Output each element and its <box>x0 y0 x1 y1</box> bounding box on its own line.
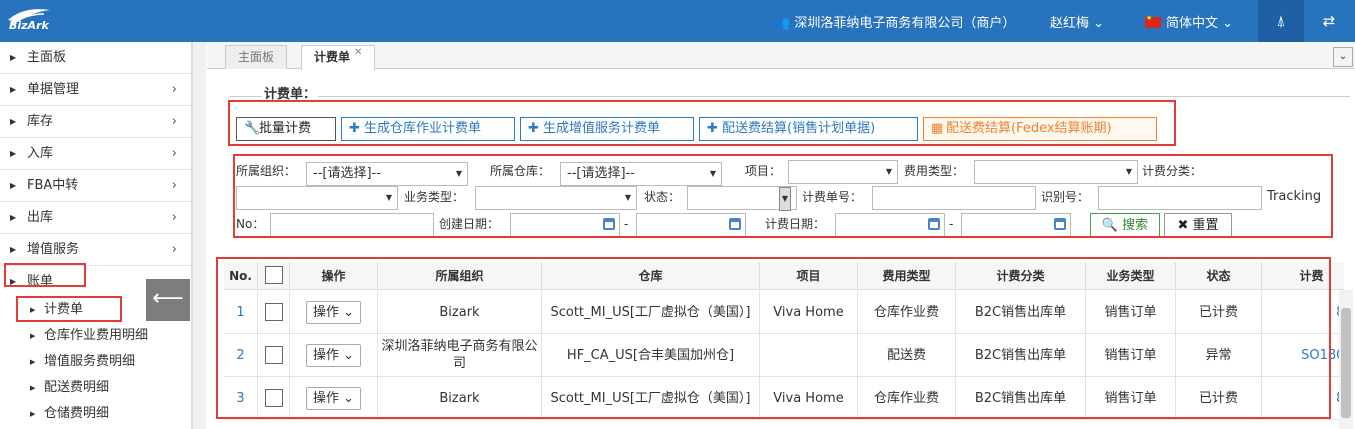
top-bar: BizArk 👥 深圳洛菲纳电子商务有限公司（商户） 赵红梅 ⌄ 简体中文 ⌄ … <box>0 0 1355 42</box>
sidebar-item-value-added[interactable]: ▶ 增值服务 › <box>0 234 191 266</box>
close-icon[interactable]: ✕ <box>354 47 362 58</box>
caret-right-icon: ▶ <box>30 410 36 418</box>
china-flag-icon <box>1145 14 1161 28</box>
collapse-sidebar-button[interactable]: ⟵ <box>146 279 190 321</box>
caret-right-icon: ▶ <box>10 85 17 94</box>
user-menu[interactable]: 赵红梅 ⌄ <box>1050 12 1104 31</box>
sidebar: ▶ 主面板 ▶ 单据管理 › ▶ 库存 › ▶ 入库 › ▶ FBA中转 › ▶ 出库 › ▶ 增值服务… <box>0 42 192 429</box>
swap-icon[interactable]: ⇄ <box>1306 0 1352 42</box>
sidebar-item-inventory[interactable]: ▶ 库存 › <box>0 106 191 138</box>
caret-right-icon: ▶ <box>30 332 36 340</box>
sidebar-item-inbound[interactable]: ▶ 入库 › <box>0 138 191 170</box>
caret-right-icon: ▶ <box>10 245 17 254</box>
language-menu[interactable]: 简体中文 ⌄ <box>1145 12 1233 31</box>
caret-right-icon: ▶ <box>30 384 36 392</box>
sidebar-item-fba[interactable]: ▶ FBA中转 › <box>0 170 191 202</box>
caret-right-icon: ▶ <box>10 117 17 126</box>
user-name: 赵红梅 <box>1050 16 1090 31</box>
highlight-filters <box>233 154 1333 238</box>
tab-dashboard[interactable]: 主面板 <box>225 45 288 69</box>
company-name: 深圳洛菲纳电子商务有限公司（商户） <box>794 16 1016 31</box>
sidebar-sub-value-added-fee[interactable]: ▶ 增值服务费明细 <box>0 349 191 375</box>
users-icon: 👥 <box>774 16 795 31</box>
arrow-left-icon: ⟵ <box>152 286 184 311</box>
chevron-right-icon: › <box>171 178 177 193</box>
tabs-menu-button[interactable]: ⌄ <box>1333 47 1353 67</box>
sidebar-item-outbound[interactable]: ▶ 出库 › <box>0 202 191 234</box>
chevron-right-icon: › <box>171 146 177 161</box>
sidebar-sub-warehouse-fee[interactable]: ▶ 仓库作业费用明细 <box>0 323 191 349</box>
double-chevron-down-icon: ⌄ <box>1338 51 1348 62</box>
sidebar-item-documents[interactable]: ▶ 单据管理 › <box>0 74 191 106</box>
tree-icon[interactable]: ⍋ <box>1258 0 1304 42</box>
company-menu[interactable]: 👥 深圳洛菲纳电子商务有限公司（商户） <box>774 12 1015 31</box>
caret-right-icon: ▶ <box>10 181 17 190</box>
highlight-table <box>216 257 1331 419</box>
sidebar-sub-delivery-fee[interactable]: ▶ 配送费明细 <box>0 375 191 401</box>
highlight-buttons <box>228 100 1176 146</box>
caret-right-icon: ▶ <box>10 213 17 222</box>
caret-right-icon: ▶ <box>30 358 36 366</box>
highlight-bill <box>16 296 122 322</box>
logo-text: BizArk <box>9 19 49 32</box>
highlight-billing <box>4 263 86 287</box>
language-label: 简体中文 <box>1166 16 1219 31</box>
tab-bar: 主面板 计费单 ✕ <box>207 42 1355 70</box>
chevron-right-icon: › <box>171 82 177 97</box>
table-scrollbar-thumb[interactable] <box>1341 308 1351 418</box>
sidebar-item-dashboard[interactable]: ▶ 主面板 <box>0 42 191 74</box>
sidebar-sub-storage-fee[interactable]: ▶ 仓储费明细 <box>0 401 191 427</box>
chevron-right-icon: › <box>171 114 177 129</box>
caret-right-icon: ▶ <box>10 53 17 62</box>
tab-bill[interactable]: 计费单 ✕ <box>301 45 376 70</box>
chevron-down-icon: ⌄ <box>1222 16 1234 31</box>
caret-right-icon: ▶ <box>10 149 17 158</box>
sidebar-scrollbar[interactable] <box>192 42 206 429</box>
chevron-right-icon: › <box>171 210 177 225</box>
chevron-right-icon: › <box>171 242 177 257</box>
chevron-down-icon: ⌄ <box>1093 16 1105 31</box>
